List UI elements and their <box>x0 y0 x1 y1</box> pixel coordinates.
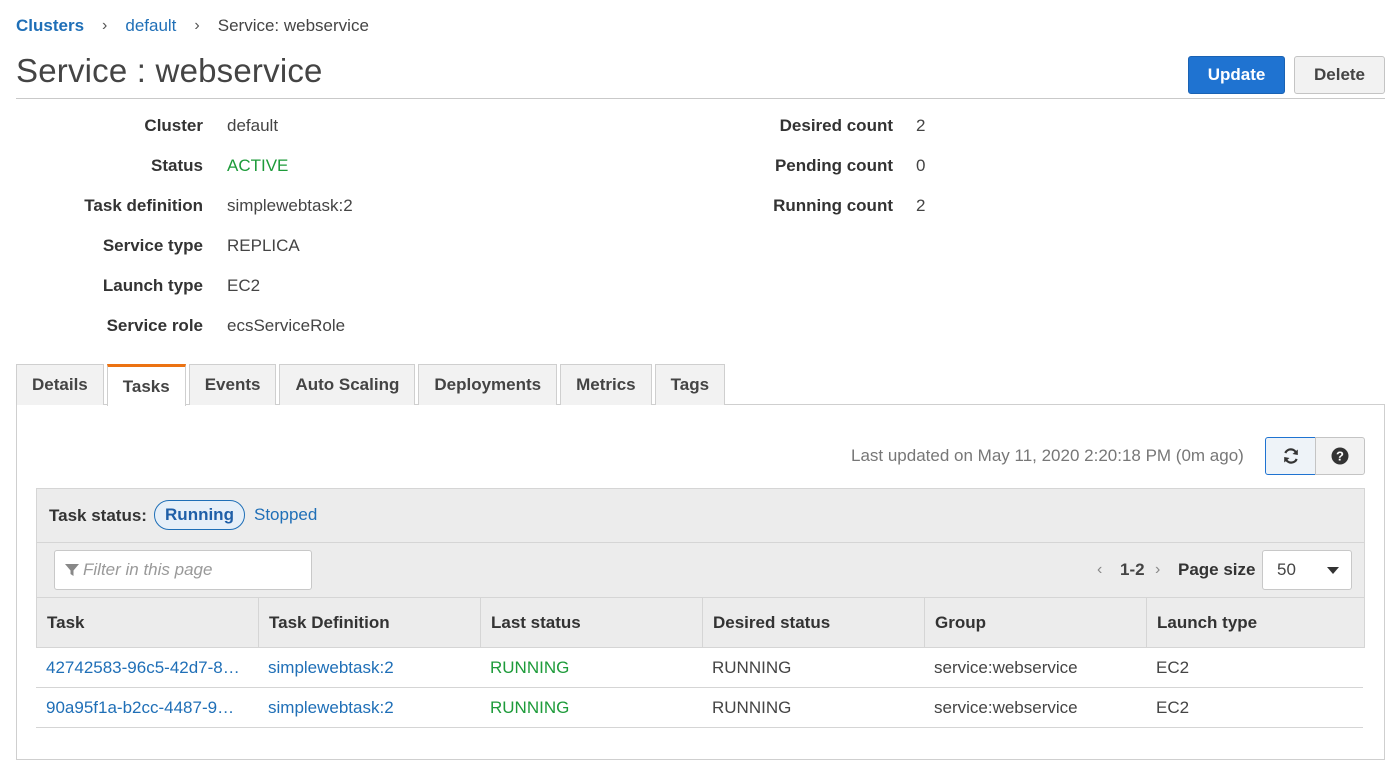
task-status-label: Task status: <box>49 506 147 525</box>
tab-tasks[interactable]: Tasks <box>106 364 186 406</box>
page-size-value: 50 <box>1277 560 1296 579</box>
table-header: Task Task Definition Last status Desired… <box>36 597 1365 648</box>
service-role-value: ecsServiceRole <box>227 316 346 335</box>
caret-down-icon <box>1327 567 1339 574</box>
filter-divider <box>36 542 1365 543</box>
service-type-label: Service type <box>102 236 203 255</box>
breadcrumb-current: Service: webservice <box>217 16 369 35</box>
column-header-launch-type[interactable]: Launch type <box>1147 598 1364 647</box>
status-filter-running[interactable]: Running <box>154 500 245 530</box>
refresh-button[interactable] <box>1265 437 1316 475</box>
tab-auto-scaling[interactable]: Auto Scaling <box>279 364 416 405</box>
service-type-value: REPLICA <box>227 236 300 255</box>
task-id-link[interactable]: 42742583-96c5-42d7-8… <box>36 648 258 687</box>
column-header-task[interactable]: Task <box>37 598 259 647</box>
chevron-right-icon: › <box>194 17 200 34</box>
group-cell: service:webservice <box>934 657 1078 677</box>
column-header-last-status[interactable]: Last status <box>481 598 703 647</box>
help-button[interactable]: ? <box>1315 437 1365 475</box>
svg-text:?: ? <box>1336 449 1344 464</box>
chevron-right-icon: › <box>102 17 108 34</box>
desired-status-cell: RUNNING <box>712 697 792 717</box>
filter-input-wrapper[interactable] <box>54 550 312 590</box>
pending-count-value: 0 <box>916 156 926 175</box>
launch-type-cell: EC2 <box>1156 657 1190 677</box>
running-count-label: Running count <box>773 196 893 215</box>
pending-count-label: Pending count <box>774 156 893 175</box>
column-header-task-definition[interactable]: Task Definition <box>259 598 481 647</box>
update-button[interactable]: Update <box>1188 56 1285 94</box>
breadcrumb: Clusters › default › Service: webservice <box>16 14 369 38</box>
title-divider <box>16 98 1385 99</box>
last-updated-text: Last updated on May 11, 2020 2:20:18 PM … <box>851 446 1244 465</box>
tab-metrics[interactable]: Metrics <box>560 364 652 405</box>
column-header-group[interactable]: Group <box>925 598 1147 647</box>
table-row: 90a95f1a-b2cc-4487-9… simplewebtask:2 RU… <box>36 688 1363 728</box>
column-header-desired-status[interactable]: Desired status <box>703 598 925 647</box>
task-definition-link[interactable]: simplewebtask:2 <box>258 688 480 727</box>
desired-count-label: Desired count <box>779 116 893 135</box>
launch-type-value: EC2 <box>227 276 261 295</box>
running-count-value: 2 <box>916 196 926 215</box>
help-icon: ? <box>1331 447 1349 465</box>
page-size-select[interactable]: 50 <box>1262 550 1352 590</box>
filter-input[interactable] <box>83 560 303 580</box>
delete-button[interactable]: Delete <box>1294 56 1385 94</box>
tab-deployments[interactable]: Deployments <box>418 364 558 405</box>
breadcrumb-clusters-link[interactable]: Clusters <box>16 16 84 36</box>
tab-bar: Details Tasks Events Auto Scaling Deploy… <box>16 364 728 406</box>
desired-status-cell: RUNNING <box>712 657 792 677</box>
pager-range: 1-2 <box>1120 560 1145 579</box>
chevron-right-icon[interactable]: › <box>1155 561 1160 579</box>
task-id-link[interactable]: 90a95f1a-b2cc-4487-9… <box>36 688 258 727</box>
page-size-label: Page size <box>1178 560 1256 579</box>
last-status-cell: RUNNING <box>490 697 570 717</box>
filter-icon <box>65 564 79 576</box>
status-filter-stopped[interactable]: Stopped <box>254 505 317 525</box>
tab-details[interactable]: Details <box>16 364 104 405</box>
tab-tags[interactable]: Tags <box>654 364 726 405</box>
desired-count-value: 2 <box>916 116 926 135</box>
page-title: Service : webservice <box>16 52 323 89</box>
refresh-icon <box>1283 448 1298 464</box>
breadcrumb-cluster-link[interactable]: default <box>125 16 176 36</box>
table-row: 42742583-96c5-42d7-8… simplewebtask:2 RU… <box>36 648 1363 688</box>
service-role-label: Service role <box>106 316 203 335</box>
task-definition-link[interactable]: simplewebtask:2 <box>258 648 480 687</box>
last-status-cell: RUNNING <box>490 657 570 677</box>
launch-type-cell: EC2 <box>1156 697 1190 717</box>
chevron-left-icon[interactable]: ‹ <box>1097 561 1102 579</box>
tab-events[interactable]: Events <box>188 364 277 405</box>
launch-type-label: Launch type <box>102 276 203 295</box>
group-cell: service:webservice <box>934 697 1078 717</box>
